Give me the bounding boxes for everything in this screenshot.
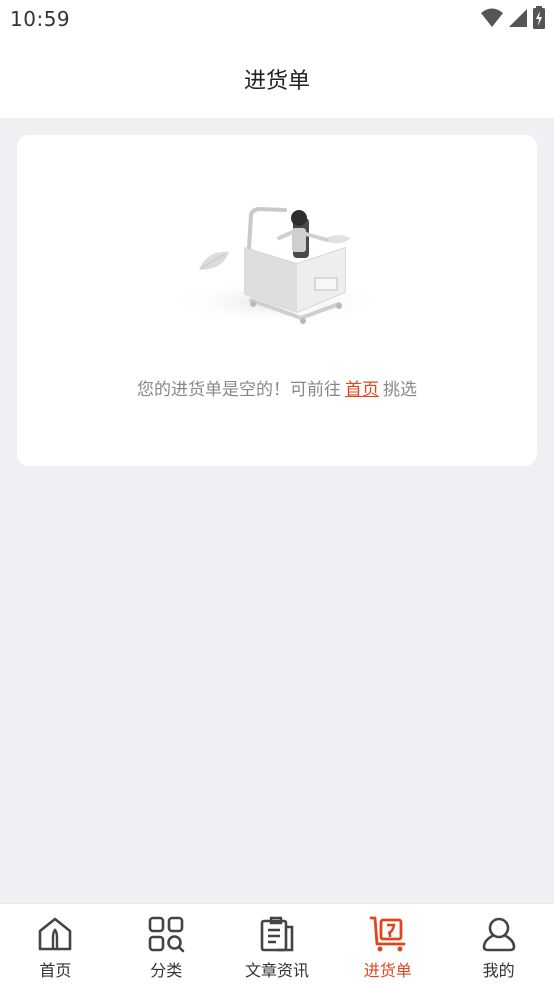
category-icon (148, 916, 185, 953)
empty-cart-illustration (167, 206, 387, 324)
tab-profile[interactable]: 我的 (443, 904, 554, 984)
home-link[interactable]: 首页 (341, 380, 383, 400)
tab-articles[interactable]: 文章资讯 (222, 904, 333, 984)
tab-articles-label: 文章资讯 (244, 961, 309, 980)
empty-message-suffix: 挑选 (383, 380, 417, 400)
page-title: 进货单 (243, 69, 310, 94)
empty-message-text: 您的进货单是空的！可前往 (137, 380, 341, 400)
battery-icon (533, 6, 545, 29)
profile-icon (482, 917, 515, 952)
tab-profile-label: 我的 (482, 961, 515, 980)
signal-icon (509, 9, 527, 27)
wifi-icon (481, 8, 503, 27)
status-bar: 10:59 (0, 0, 554, 38)
home-icon (39, 917, 72, 951)
empty-cart-card: 您的进货单是空的！可前往 首页 挑选 (17, 135, 537, 466)
purchase-cart-icon (369, 916, 406, 952)
empty-message: 您的进货单是空的！可前往 首页 挑选 (17, 375, 537, 400)
status-icons (480, 6, 546, 30)
tab-purchase-list-label: 进货单 (363, 961, 412, 980)
tab-purchase-list[interactable]: 进货单 (332, 904, 443, 984)
title-bar: 进货单 (0, 38, 554, 118)
bottom-tab-bar: 首页 分类 文章资讯 进货单 我的 (0, 903, 554, 984)
tab-home[interactable]: 首页 (0, 904, 111, 984)
tab-category[interactable]: 分类 (111, 904, 222, 984)
tab-home-label: 首页 (39, 961, 72, 980)
articles-icon (260, 916, 294, 952)
status-time: 10:59 (10, 7, 71, 31)
tab-category-label: 分类 (150, 961, 183, 980)
